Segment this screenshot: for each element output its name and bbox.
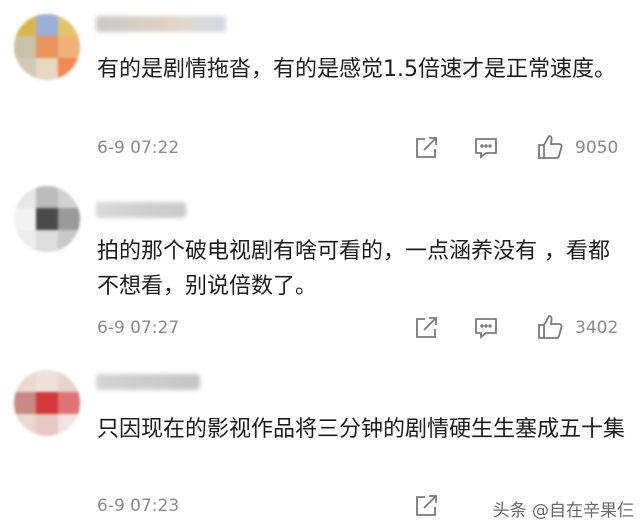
comment-time: 6-9 07:23 — [97, 496, 180, 516]
reply-comment-icon[interactable] — [473, 316, 499, 340]
share-icon[interactable] — [413, 136, 439, 160]
avatar[interactable] — [14, 186, 80, 252]
avatar[interactable] — [14, 370, 80, 436]
like-count: 3402 — [575, 318, 619, 338]
watermark: 头条 @自在辛果仨 — [492, 501, 634, 521]
username-blurred[interactable] — [96, 374, 200, 390]
like-count: 9050 — [575, 138, 619, 158]
comment-meta: 6-9 07:22 9050 — [97, 134, 627, 162]
share-icon[interactable] — [413, 494, 439, 518]
comment-time: 6-9 07:27 — [97, 318, 180, 338]
username-blurred[interactable] — [96, 202, 186, 218]
comment-text: 只因现在的影视作品将三分钟的剧情硬生生塞成五十集 — [97, 417, 626, 442]
comment-meta: 6-9 07:27 3402 — [97, 314, 627, 342]
share-icon[interactable] — [413, 316, 439, 340]
username-blurred[interactable] — [96, 16, 226, 32]
avatar[interactable] — [14, 14, 80, 80]
comment-text: 有的是剧情拖沓，有的是感觉1.5倍速才是正常速度。 — [97, 57, 616, 82]
comment-text: 拍的那个破电视剧有啥可看的，一点涵养没有 ，看都不想看，别说倍数了。 — [97, 239, 610, 299]
comment-time: 6-9 07:22 — [97, 138, 180, 158]
reply-comment-icon[interactable] — [473, 136, 499, 160]
like-thumb-icon[interactable] — [537, 134, 565, 160]
like-thumb-icon[interactable] — [537, 314, 565, 340]
